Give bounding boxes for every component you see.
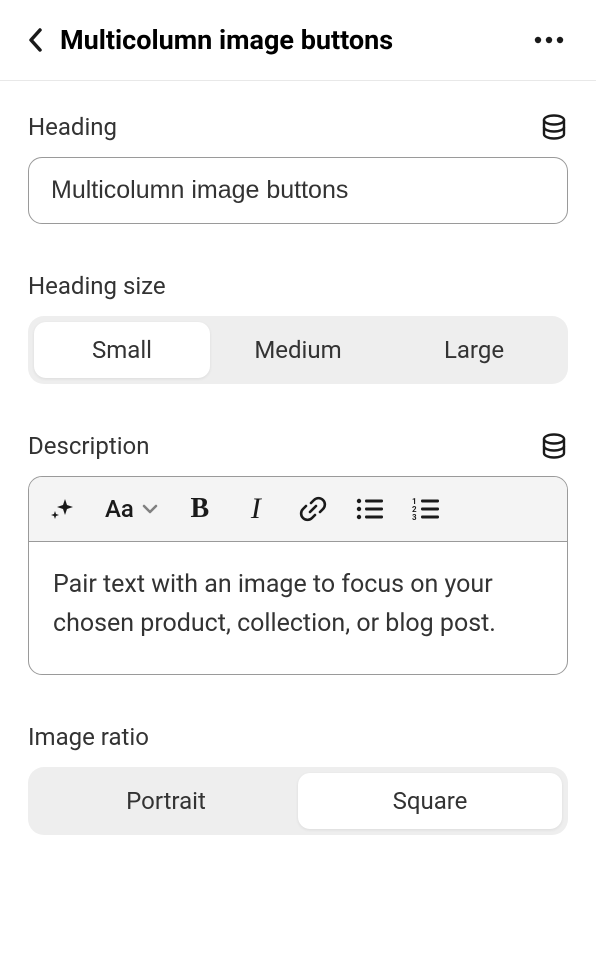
rte-toolbar: Aa B I (29, 477, 567, 542)
chevron-down-icon (142, 504, 158, 514)
back-icon[interactable] (28, 27, 44, 53)
image-ratio-label-row: Image ratio (28, 723, 568, 751)
heading-label: Heading (28, 113, 117, 141)
heading-size-large[interactable]: Large (386, 322, 562, 378)
sparkle-icon[interactable] (49, 491, 77, 527)
italic-button[interactable]: I (242, 491, 270, 527)
image-ratio-portrait[interactable]: Portrait (34, 773, 298, 829)
heading-size-label: Heading size (28, 272, 166, 300)
image-ratio-square[interactable]: Square (298, 773, 562, 829)
content: Heading Heading size Small Medium Large … (0, 81, 596, 835)
image-ratio-segmented: Portrait Square (28, 767, 568, 835)
heading-size-label-row: Heading size (28, 272, 568, 300)
heading-size-medium[interactable]: Medium (210, 322, 386, 378)
bullet-list-icon[interactable] (356, 491, 384, 527)
svg-text:3: 3 (412, 513, 417, 521)
database-icon[interactable] (540, 432, 568, 460)
heading-label-row: Heading (28, 113, 568, 141)
description-label: Description (28, 432, 150, 460)
heading-size-small[interactable]: Small (34, 322, 210, 378)
description-label-row: Description (28, 432, 568, 460)
page-title: Multicolumn image buttons (60, 24, 514, 56)
description-editor: Aa B I (28, 476, 568, 675)
numbered-list-icon[interactable]: 1 2 3 (412, 491, 440, 527)
bold-button[interactable]: B (186, 491, 214, 527)
link-icon[interactable] (298, 491, 328, 527)
text-style-dropdown[interactable]: Aa (105, 491, 158, 527)
heading-input[interactable] (28, 157, 568, 224)
more-icon[interactable] (530, 36, 568, 44)
database-icon[interactable] (540, 113, 568, 141)
aa-label: Aa (105, 495, 134, 523)
heading-size-segmented: Small Medium Large (28, 316, 568, 384)
description-textarea[interactable]: Pair text with an image to focus on your… (29, 542, 567, 674)
header: Multicolumn image buttons (0, 0, 596, 81)
image-ratio-label: Image ratio (28, 723, 149, 751)
